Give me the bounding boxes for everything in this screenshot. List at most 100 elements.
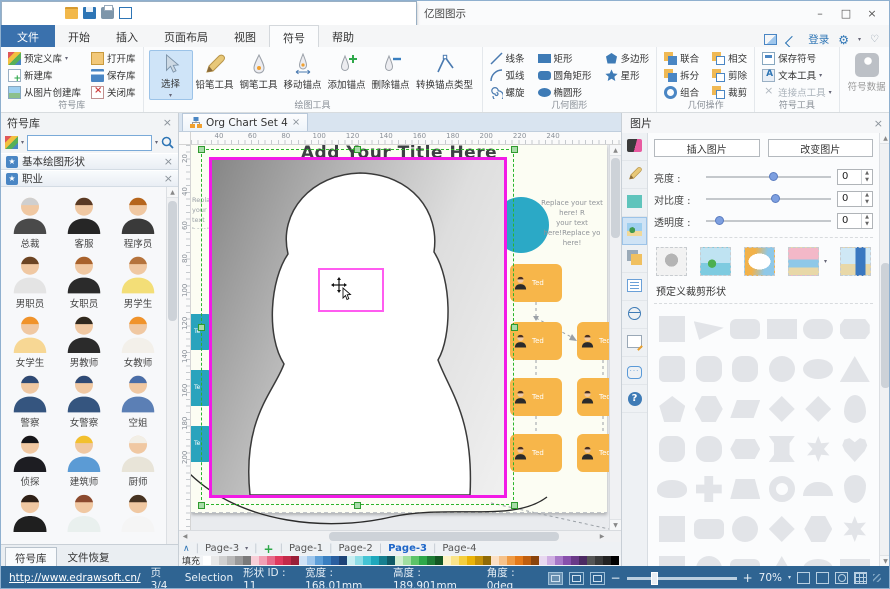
fill-swatch[interactable]: [211, 556, 219, 565]
fill-swatch[interactable]: [227, 556, 235, 565]
city-beach-thumb[interactable]: [840, 247, 871, 276]
crop-shape-diamond[interactable]: [769, 516, 795, 542]
crop-shape-trapezoid[interactable]: [730, 479, 760, 499]
scroll-left-icon[interactable]: ◀: [179, 531, 191, 542]
chevron-down-icon[interactable]: ▾: [155, 139, 158, 146]
library-section-occupations[interactable]: ★ 职业 ×: [1, 170, 178, 187]
print-icon[interactable]: [101, 7, 114, 19]
bottom-tab-0[interactable]: 符号库: [5, 547, 57, 566]
slider-track[interactable]: [706, 194, 831, 204]
open-folder-icon[interactable]: [65, 7, 78, 19]
zoom-out-button[interactable]: −: [611, 572, 621, 584]
geo-op-3[interactable]: 相交: [710, 50, 749, 66]
page-selector[interactable]: Page-3: [205, 543, 239, 554]
zoom-in-button[interactable]: +: [743, 572, 753, 584]
comment-tab[interactable]: [622, 357, 647, 385]
crop-shape-quatrefoil[interactable]: [732, 356, 758, 382]
page-tab-0[interactable]: Page-1: [289, 543, 323, 554]
share-icon[interactable]: [786, 34, 799, 45]
menu-tab-2[interactable]: 插入: [103, 25, 151, 47]
note-tab[interactable]: [622, 329, 647, 357]
normal-view-icon[interactable]: [548, 572, 563, 585]
geo-op-0[interactable]: 联合: [662, 50, 701, 66]
library-button-4[interactable]: 保存库: [89, 67, 138, 83]
scroll-up-icon[interactable]: ▲: [880, 133, 890, 144]
crop-shape-diamond[interactable]: [805, 396, 831, 422]
menu-tab-0[interactable]: 文件: [1, 25, 55, 47]
crop-shape-rect[interactable]: [767, 319, 797, 339]
draw-tool-6[interactable]: 转换锚点类型: [413, 50, 477, 100]
symbol-scrollbar[interactable]: ▲: [166, 187, 178, 544]
library-button-0[interactable]: 预定义库▾: [6, 50, 83, 66]
slider-track[interactable]: [706, 172, 831, 182]
org-chart-card[interactable]: Ted: [510, 378, 562, 416]
spin-down-icon[interactable]: ▼: [862, 199, 872, 206]
geometry-tool-7[interactable]: 星形: [603, 67, 652, 83]
zoom-area-icon[interactable]: [835, 572, 848, 584]
spin-up-icon[interactable]: ▲: [862, 214, 872, 221]
crop-shape-flower5[interactable]: [696, 436, 722, 462]
crop-shape-circle[interactable]: [732, 516, 758, 542]
symbol-item-男教师[interactable]: 男教师: [57, 310, 111, 369]
crop-shape-egg[interactable]: [844, 395, 866, 423]
page-tab-1[interactable]: Page-2: [339, 543, 373, 554]
crop-shape-semicircle[interactable]: [803, 482, 833, 496]
close-icon[interactable]: ×: [874, 118, 883, 129]
fill-swatch[interactable]: [555, 556, 563, 565]
edrawsoft-link[interactable]: http://www.edrawsoft.cn/: [9, 572, 141, 584]
crop-shape-drop[interactable]: [844, 475, 866, 503]
fill-swatch[interactable]: [571, 556, 579, 565]
page-tab-3[interactable]: Page-4: [442, 543, 476, 554]
symbol-tool-1[interactable]: 文本工具▾: [760, 67, 834, 83]
chevron-down-icon[interactable]: ▾: [245, 545, 248, 552]
draw-tool-5[interactable]: 删除锚点: [369, 50, 413, 100]
crop-shape-cloud[interactable]: [657, 480, 687, 498]
bottom-tab-1[interactable]: 文件恢复: [59, 547, 119, 566]
chevron-down-icon[interactable]: ▾: [824, 258, 827, 265]
pencil-tool-tab[interactable]: [622, 161, 647, 189]
fill-swatch[interactable]: [563, 556, 571, 565]
crop-shape-cross[interactable]: [696, 476, 722, 502]
fit-selection-icon[interactable]: [797, 572, 810, 584]
panel-scrollbar[interactable]: ▲ ▼: [879, 133, 890, 566]
fill-swatch[interactable]: [587, 556, 595, 565]
crop-shape-square[interactable]: [659, 516, 685, 542]
selection-handle[interactable]: [354, 146, 361, 153]
color-swatch-tab[interactable]: [622, 189, 647, 217]
oval-frame-thumb[interactable]: [744, 247, 775, 276]
crop-shape-circle[interactable]: [696, 556, 722, 566]
org-chart-card[interactable]: Ted: [577, 322, 609, 360]
vertical-scrollbar[interactable]: ▲ ▼: [609, 145, 621, 530]
value-spinner[interactable]: 0▲▼: [837, 169, 873, 185]
menu-tab-1[interactable]: 开始: [55, 25, 103, 47]
symbol-item-空姐[interactable]: 空姐: [111, 369, 165, 428]
selection-handle[interactable]: [198, 146, 205, 153]
symbol-item-女警察[interactable]: 女警察: [57, 369, 111, 428]
scroll-down-icon[interactable]: ▼: [880, 555, 890, 566]
scrollbar-thumb[interactable]: [329, 532, 559, 541]
library-picker-icon[interactable]: [5, 136, 18, 149]
full-view-icon[interactable]: [569, 572, 584, 585]
geometry-tool-0[interactable]: 线条: [488, 50, 527, 66]
symbol-item-侦探[interactable]: 侦探: [3, 429, 57, 488]
crop-shape-hexagon[interactable]: [804, 516, 832, 542]
geo-op-4[interactable]: 剪除: [710, 67, 749, 83]
org-chart-card[interactable]: Ted: [510, 264, 562, 302]
selection-handle[interactable]: [198, 502, 205, 509]
horizontal-scrollbar[interactable]: ◀ ▶: [179, 530, 621, 542]
drawing-viewport[interactable]: Add Your Title Here Replace your text he…: [191, 145, 609, 530]
crop-shape-star6[interactable]: [842, 516, 868, 542]
slider-thumb[interactable]: [769, 172, 778, 181]
crop-shape-hexagon[interactable]: [695, 396, 723, 422]
geo-op-1[interactable]: 拆分: [662, 67, 701, 83]
scroll-up-icon[interactable]: ▲: [167, 187, 178, 198]
scroll-right-icon[interactable]: ▶: [596, 531, 608, 542]
search-input[interactable]: [27, 135, 152, 151]
symbol-item-男职员[interactable]: 男职员: [3, 250, 57, 309]
zoom-level[interactable]: 70%: [759, 572, 782, 584]
spin-down-icon[interactable]: ▼: [862, 221, 872, 228]
fill-swatch[interactable]: [203, 556, 211, 565]
scroll-up-icon[interactable]: ▲: [610, 145, 621, 156]
crop-shape-roundrect[interactable]: [730, 559, 760, 566]
geometry-tool-6[interactable]: 多边形: [603, 50, 652, 66]
